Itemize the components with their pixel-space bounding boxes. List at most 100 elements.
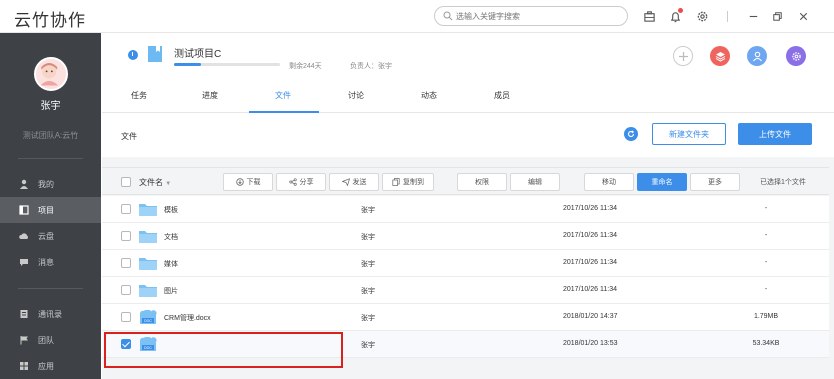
- briefcase-icon[interactable]: [642, 9, 656, 23]
- info-icon[interactable]: [128, 50, 138, 60]
- sidebar-item-projects[interactable]: 项目: [0, 197, 101, 223]
- upload-file-button[interactable]: 上传文件: [738, 123, 812, 145]
- tab-discussion[interactable]: 讨论: [348, 90, 364, 101]
- titlebar-divider: [727, 11, 728, 22]
- tab-tasks[interactable]: 任务: [131, 90, 147, 101]
- gear-icon[interactable]: [695, 9, 709, 23]
- download-button[interactable]: 下载: [223, 173, 273, 191]
- row-checkbox[interactable]: [121, 285, 131, 295]
- tab-files[interactable]: 文件: [275, 90, 291, 101]
- sidebar-item-mine[interactable]: 我的: [0, 171, 101, 197]
- file-name[interactable]: 文档: [164, 232, 178, 242]
- sidebar-item-label: 项目: [38, 205, 54, 215]
- file-time: 2018/01/20 13:53: [563, 340, 618, 347]
- share-label: 分享: [299, 179, 314, 186]
- table-row[interactable]: DOC CRM管理.docx 张宇 2018/01/20 14:37 1.79M…: [102, 304, 829, 331]
- close-icon[interactable]: [796, 9, 810, 23]
- notification-dot: [678, 8, 683, 13]
- sidebar-item-contacts[interactable]: 通讯录: [0, 301, 101, 327]
- file-size: 1.79MB: [753, 313, 779, 320]
- members-button[interactable]: [747, 46, 767, 66]
- file-name[interactable]: 图片: [164, 286, 178, 296]
- settings-button[interactable]: [786, 46, 806, 66]
- sidebar-item-messages[interactable]: 消息: [0, 249, 101, 275]
- search-box[interactable]: [434, 6, 628, 26]
- share-button[interactable]: 分享: [276, 173, 326, 191]
- sidebar: 张宇 测试团队A:云竹 我的 项目 云盘 消息 通讯录 团队 应用: [0, 33, 101, 379]
- send-button[interactable]: 发送: [329, 173, 379, 191]
- row-checkbox[interactable]: [121, 231, 131, 241]
- gear-icon: [791, 51, 801, 61]
- sidebar-item-cloud[interactable]: 云盘: [0, 223, 101, 249]
- name-column-header[interactable]: 文件名 ▼: [139, 177, 171, 188]
- file-owner: 张宇: [361, 288, 375, 295]
- select-all-checkbox[interactable]: [121, 177, 131, 187]
- layers-button[interactable]: [710, 46, 730, 66]
- move-button[interactable]: 移动: [584, 173, 634, 191]
- sidebar-item-apps[interactable]: 应用: [0, 353, 101, 379]
- file-owner: 张宇: [361, 315, 375, 322]
- bell-icon[interactable]: [668, 8, 683, 23]
- title-bar: 云竹协作: [0, 0, 834, 33]
- project-tabs: 任务 进度 文件 讨论 动态 成员: [102, 78, 834, 113]
- table-row[interactable]: 图片 张宇 2017/10/26 11:34 -: [102, 277, 829, 304]
- selected-count: 已选择1个文件: [760, 179, 806, 186]
- search-input[interactable]: [456, 11, 616, 21]
- row-checkbox[interactable]: [121, 339, 131, 349]
- breadcrumb[interactable]: 文件: [121, 131, 137, 142]
- row-checkbox[interactable]: [121, 204, 131, 214]
- folder-icon: [139, 258, 157, 270]
- edit-button[interactable]: 编辑: [510, 173, 560, 191]
- user-icon: [752, 51, 762, 61]
- restore-icon[interactable]: [770, 9, 784, 23]
- file-name[interactable]: 媒体: [164, 259, 178, 269]
- flag-icon: [20, 336, 28, 345]
- file-size: -: [764, 286, 768, 293]
- docx-file-icon: DOC: [140, 337, 157, 351]
- refresh-icon: [628, 130, 635, 138]
- file-time: 2017/10/26 11:34: [563, 259, 617, 266]
- table-row[interactable]: 媒体 张宇 2017/10/26 11:34 -: [102, 250, 829, 277]
- refresh-button[interactable]: [624, 127, 638, 141]
- row-checkbox[interactable]: [121, 258, 131, 268]
- bookmark-icon: [148, 46, 162, 62]
- svg-text:DOC: DOC: [144, 346, 152, 350]
- project-progress-bar: [174, 63, 280, 66]
- tab-progress[interactable]: 进度: [202, 90, 218, 101]
- sidebar-item-team[interactable]: 团队: [0, 327, 101, 353]
- folder-icon: [139, 231, 157, 243]
- cloud-icon: [19, 233, 29, 239]
- more-button[interactable]: 更多: [690, 173, 740, 191]
- file-size: -: [764, 205, 768, 212]
- sidebar-item-label: 消息: [38, 257, 54, 267]
- folder-icon: [139, 285, 157, 297]
- new-folder-button[interactable]: 新建文件夹: [652, 123, 726, 145]
- minimize-icon[interactable]: [746, 9, 760, 23]
- file-name[interactable]: 模板: [164, 205, 178, 215]
- file-name[interactable]: CRM管理.docx: [164, 313, 211, 323]
- sidebar-item-label: 我的: [38, 179, 54, 189]
- plus-icon: [678, 51, 688, 61]
- folder-icon: [139, 204, 157, 216]
- permission-button[interactable]: 权限: [457, 173, 507, 191]
- table-row[interactable]: 文档 张宇 2017/10/26 11:34 -: [102, 223, 829, 250]
- row-checkbox[interactable]: [121, 312, 131, 322]
- name-header-label: 文件名: [139, 178, 163, 187]
- rename-button[interactable]: 重命名: [637, 173, 687, 191]
- table-row[interactable]: DOC 张宇 2018/01/20 13:53 53.34KB: [102, 331, 829, 358]
- search-icon: [443, 11, 453, 21]
- project-owner: 负责人：张宇: [350, 63, 392, 70]
- avatar[interactable]: [34, 57, 68, 91]
- sidebar-item-label: 通讯录: [38, 309, 62, 319]
- app-title: 云竹协作: [14, 11, 86, 31]
- file-owner: 张宇: [361, 234, 375, 241]
- copy-to-button[interactable]: 复制到: [382, 173, 434, 191]
- tab-activity[interactable]: 动态: [421, 90, 437, 101]
- team-name[interactable]: 测试团队A:云竹: [0, 130, 101, 141]
- tab-members[interactable]: 成员: [494, 90, 510, 101]
- add-button[interactable]: [673, 46, 693, 66]
- table-header: 文件名 ▼ 下载 分享 发送 复制到 权限 编辑 移动 重命名 更多 已选择1个…: [102, 167, 829, 195]
- download-icon: [235, 178, 244, 186]
- table-row[interactable]: 模板 张宇 2017/10/26 11:34 -: [102, 196, 829, 223]
- copy-to-label: 复制到: [403, 179, 424, 186]
